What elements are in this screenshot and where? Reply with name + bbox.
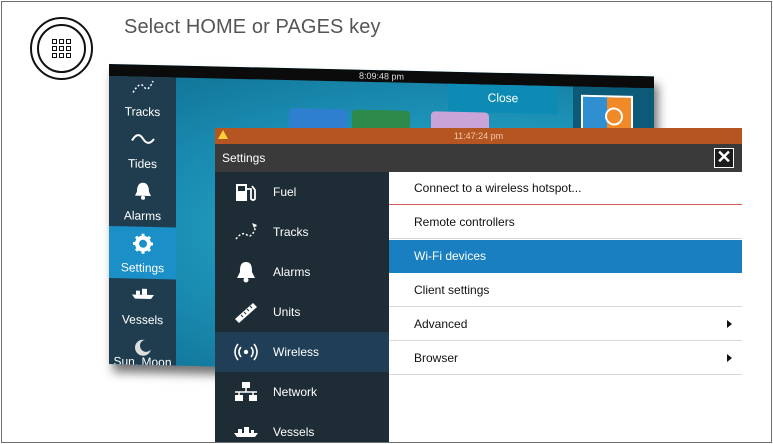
warning-icon [218, 130, 228, 139]
key-inner-ring [37, 24, 86, 73]
option-remote-controllers[interactable]: Remote controllers [389, 206, 742, 239]
home-pages-key[interactable] [30, 17, 93, 80]
dialog-title: Settings [215, 144, 742, 172]
status-bar: 11:47:24 pm [215, 128, 742, 144]
submenu-arrow-icon [727, 354, 732, 362]
settings-category-list: Fuel Tracks Alarms Units Wireless Networ… [215, 172, 389, 442]
settings-item-label: Vessels [273, 425, 315, 439]
settings-item-units[interactable]: Units [215, 292, 389, 332]
vessels-icon [234, 427, 258, 437]
back-sidebar-label: Vessels [121, 312, 164, 328]
settings-item-label: Network [273, 385, 318, 399]
fuel-icon [236, 184, 256, 201]
settings-dialog: 11:47:24 pm Settings ✕ Fuel Tracks Alarm… [215, 128, 742, 442]
settings-item-label: Alarms [273, 265, 311, 279]
status-time: 11:47:24 pm [453, 131, 504, 141]
option-label: Advanced [414, 317, 468, 331]
option-label: Browser [414, 351, 459, 365]
settings-item-tracks[interactable]: Tracks [215, 212, 389, 252]
bell-icon [134, 182, 151, 200]
network-icon [235, 382, 257, 401]
option-label: Connect to a wireless hotspot... [414, 181, 582, 195]
option-label: Wi-Fi devices [414, 249, 487, 263]
tracks-icon [131, 80, 154, 93]
option-browser[interactable]: Browser [389, 342, 742, 375]
back-sidebar-label: Alarms [123, 208, 162, 224]
wireless-options-list: Connect to a wireless hotspot... Remote … [389, 172, 742, 442]
settings-item-wireless[interactable]: Wireless [215, 332, 389, 372]
option-label: Remote controllers [414, 215, 515, 229]
settings-item-alarms[interactable]: Alarms [215, 252, 389, 292]
back-sidebar-label: Sun, Moon [113, 354, 172, 370]
option-connect-hotspot[interactable]: Connect to a wireless hotspot... [389, 172, 742, 205]
back-sidebar-item-alarms[interactable]: Alarms [109, 174, 176, 228]
settings-item-label: Fuel [273, 185, 297, 199]
instruction-text: Select HOME or PAGES key [124, 16, 381, 38]
tracks-icon [235, 223, 257, 240]
back-sidebar-item-tracks[interactable]: Tracks [109, 70, 176, 124]
bell-icon [237, 262, 255, 283]
option-label: Client settings [414, 283, 490, 297]
back-sidebar-label: Tracks [124, 104, 161, 120]
submenu-arrow-icon [727, 320, 732, 328]
vessels-icon [131, 288, 154, 299]
back-sidebar-item-tides[interactable]: Tides [109, 122, 176, 176]
tides-icon [130, 134, 155, 144]
settings-item-label: Tracks [273, 225, 309, 239]
back-sidebar-item-settings[interactable]: Settings [109, 226, 176, 280]
close-icon[interactable]: ✕ [714, 148, 734, 168]
back-sidebar: Tracks Tides Alarms Settings Vessels Sun… [109, 76, 176, 377]
option-client-settings[interactable]: Client settings [389, 274, 742, 307]
settings-item-label: Wireless [273, 345, 320, 359]
option-wifi-devices[interactable]: Wi-Fi devices [389, 240, 742, 273]
back-sidebar-label: Settings [120, 260, 165, 276]
back-close-button[interactable]: Close [448, 83, 558, 115]
back-sidebar-item-sun-moon[interactable]: Sun, Moon [109, 330, 176, 376]
back-sidebar-label: Tides [128, 156, 157, 172]
back-sidebar-item-vessels[interactable]: Vessels [109, 278, 176, 332]
grid-icon [52, 39, 71, 58]
illustration-frame: Select HOME or PAGES key 8:09:48 pm Clos… [1, 1, 772, 443]
wireless-icon [234, 343, 258, 361]
option-advanced[interactable]: Advanced [389, 308, 742, 341]
settings-item-fuel[interactable]: Fuel [215, 172, 389, 212]
settings-item-network[interactable]: Network [215, 372, 389, 412]
gear-icon [132, 233, 153, 254]
ruler-icon [235, 303, 257, 323]
settings-item-vessels[interactable]: Vessels [215, 412, 389, 442]
settings-item-label: Units [273, 305, 301, 319]
